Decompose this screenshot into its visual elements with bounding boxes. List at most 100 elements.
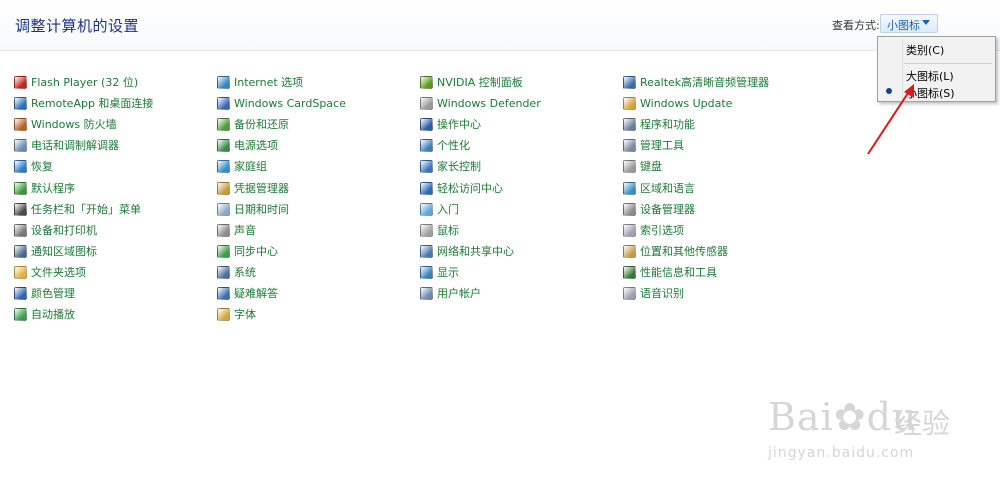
control-panel-item[interactable]: 任务栏和「开始」菜单 — [14, 201, 141, 217]
control-panel-item-label: 自动播放 — [31, 308, 75, 321]
control-panel-item-label: 颜色管理 — [31, 287, 75, 300]
control-panel-item[interactable]: 凭据管理器 — [217, 180, 289, 196]
watermark-cn: 经验 — [894, 407, 951, 440]
control-panel-item[interactable]: 网络和共享中心 — [420, 243, 514, 259]
control-panel-item[interactable]: Windows Update — [623, 95, 732, 111]
control-panel-item[interactable]: 恢复 — [14, 158, 53, 174]
control-panel-item[interactable]: 设备和打印机 — [14, 222, 97, 238]
control-panel-item[interactable]: 程序和功能 — [623, 116, 695, 132]
control-panel-item[interactable]: Windows 防火墙 — [14, 116, 117, 132]
view-by-dropdown[interactable]: 小图标 — [880, 14, 938, 33]
control-panel-item-label: 性能信息和工具 — [640, 266, 717, 279]
control-panel-icon — [14, 286, 27, 300]
control-panel-item[interactable]: Flash Player (32 位) — [14, 74, 138, 90]
control-panel-item[interactable]: 设备管理器 — [623, 201, 695, 217]
control-panel-icon — [420, 75, 433, 89]
control-panel-item[interactable]: 操作中心 — [420, 116, 481, 132]
control-panel-item-label: 系统 — [234, 266, 256, 279]
control-panel-item-label: Realtek高清晰音频管理器 — [640, 76, 770, 89]
control-panel-item[interactable]: 索引选项 — [623, 222, 684, 238]
control-panel-item[interactable]: 区域和语言 — [623, 180, 695, 196]
control-panel-item-label: 位置和其他传感器 — [640, 245, 728, 258]
control-panel-item-label: 语音识别 — [640, 287, 684, 300]
control-panel-icon — [217, 286, 230, 300]
control-panel-item[interactable]: Realtek高清晰音频管理器 — [623, 74, 769, 90]
control-panel-item-label: 凭据管理器 — [234, 182, 289, 195]
control-panel-icon — [623, 286, 636, 300]
control-panel-item[interactable]: 电话和调制解调器 — [14, 137, 119, 153]
control-panel-icon — [14, 265, 27, 279]
control-panel-icon — [14, 181, 27, 195]
control-panel-item[interactable]: 入门 — [420, 201, 459, 217]
control-panel-icon — [623, 138, 636, 152]
control-panel-item[interactable]: 声音 — [217, 222, 256, 238]
control-panel-icon — [14, 117, 27, 131]
watermark-url: jingyan.baidu.com — [768, 445, 915, 461]
control-panel-item[interactable]: 语音识别 — [623, 285, 684, 301]
control-panel-item[interactable]: 通知区域图标 — [14, 243, 97, 259]
chevron-down-icon — [922, 20, 930, 25]
control-panel-item[interactable]: 默认程序 — [14, 180, 75, 196]
control-panel-item-label: Windows Defender — [437, 96, 541, 110]
control-panel-item-label: 通知区域图标 — [31, 245, 97, 258]
control-panel-icon — [217, 244, 230, 258]
control-panel-item[interactable]: 家长控制 — [420, 158, 481, 174]
control-panel-item[interactable]: 系统 — [217, 264, 256, 280]
control-panel-item[interactable]: 用户帐户 — [420, 285, 481, 301]
control-panel-item-label: 字体 — [234, 308, 256, 321]
control-panel-icon — [623, 244, 636, 258]
control-panel-item[interactable]: 家庭组 — [217, 158, 267, 174]
control-panel-icon — [217, 117, 230, 131]
control-panel-item[interactable]: 同步中心 — [217, 243, 278, 259]
control-panel-window: 调整计算机的设置 查看方式: 小图标 Flash Player (32 位) Re… — [0, 0, 1000, 489]
control-panel-icon — [217, 96, 230, 110]
control-panel-icon — [420, 181, 433, 195]
control-panel-icon — [217, 159, 230, 173]
control-panel-item[interactable]: 管理工具 — [623, 137, 684, 153]
control-panel-item-label: Windows 防火墙 — [31, 118, 117, 131]
view-by-value: 小图标 — [887, 19, 920, 32]
control-panel-item[interactable]: 键盘 — [623, 158, 662, 174]
control-panel-item[interactable]: 日期和时间 — [217, 201, 289, 217]
control-panel-item[interactable]: 位置和其他传感器 — [623, 243, 728, 259]
view-by-label: 查看方式: — [832, 19, 880, 32]
control-panel-item[interactable]: Windows CardSpace — [217, 95, 346, 111]
control-panel-icon — [217, 307, 230, 321]
control-panel-item[interactable]: 文件夹选项 — [14, 264, 86, 280]
control-panel-item-label: RemoteApp 和桌面连接 — [31, 97, 154, 110]
control-panel-icon — [217, 223, 230, 237]
control-panel-item-label: 同步中心 — [234, 245, 278, 258]
control-panel-item-label: Flash Player (32 位) — [31, 76, 139, 89]
control-panel-item-label: 电话和调制解调器 — [31, 139, 119, 152]
control-panel-item-label: 管理工具 — [640, 139, 684, 152]
control-panel-icon — [623, 265, 636, 279]
control-panel-item[interactable]: 性能信息和工具 — [623, 264, 717, 280]
page-title: 调整计算机的设置 — [15, 17, 140, 35]
control-panel-item-label: 默认程序 — [31, 182, 75, 195]
control-panel-item-label: 日期和时间 — [234, 203, 289, 216]
control-panel-icon — [420, 117, 433, 131]
control-panel-item-label: 键盘 — [640, 160, 662, 173]
control-panel-item[interactable]: 显示 — [420, 264, 459, 280]
control-panel-item[interactable]: 字体 — [217, 306, 256, 322]
control-panel-item[interactable]: 轻松访问中心 — [420, 180, 503, 196]
control-panel-item[interactable]: 颜色管理 — [14, 285, 75, 301]
control-panel-item[interactable]: Windows Defender — [420, 95, 541, 111]
control-panel-item-label: 操作中心 — [437, 118, 481, 131]
control-panel-item[interactable]: 电源选项 — [217, 137, 278, 153]
control-panel-item[interactable]: 疑难解答 — [217, 285, 278, 301]
control-panel-item[interactable]: 鼠标 — [420, 222, 459, 238]
control-panel-item[interactable]: NVIDIA 控制面板 — [420, 74, 523, 90]
control-panel-item[interactable]: 个性化 — [420, 137, 470, 153]
menu-item-category[interactable]: 类别(C) — [906, 42, 944, 58]
control-panel-item[interactable]: RemoteApp 和桌面连接 — [14, 95, 153, 111]
control-panel-icon — [14, 96, 27, 110]
control-panel-item[interactable]: Internet 选项 — [217, 74, 303, 90]
control-panel-icon — [14, 138, 27, 152]
control-panel-item[interactable]: 自动播放 — [14, 306, 75, 322]
control-panel-icon — [14, 75, 27, 89]
control-panel-icon — [623, 75, 636, 89]
control-panel-item-label: 疑难解答 — [234, 287, 278, 300]
control-panel-item-label: Internet 选项 — [234, 76, 304, 89]
control-panel-item[interactable]: 备份和还原 — [217, 116, 289, 132]
